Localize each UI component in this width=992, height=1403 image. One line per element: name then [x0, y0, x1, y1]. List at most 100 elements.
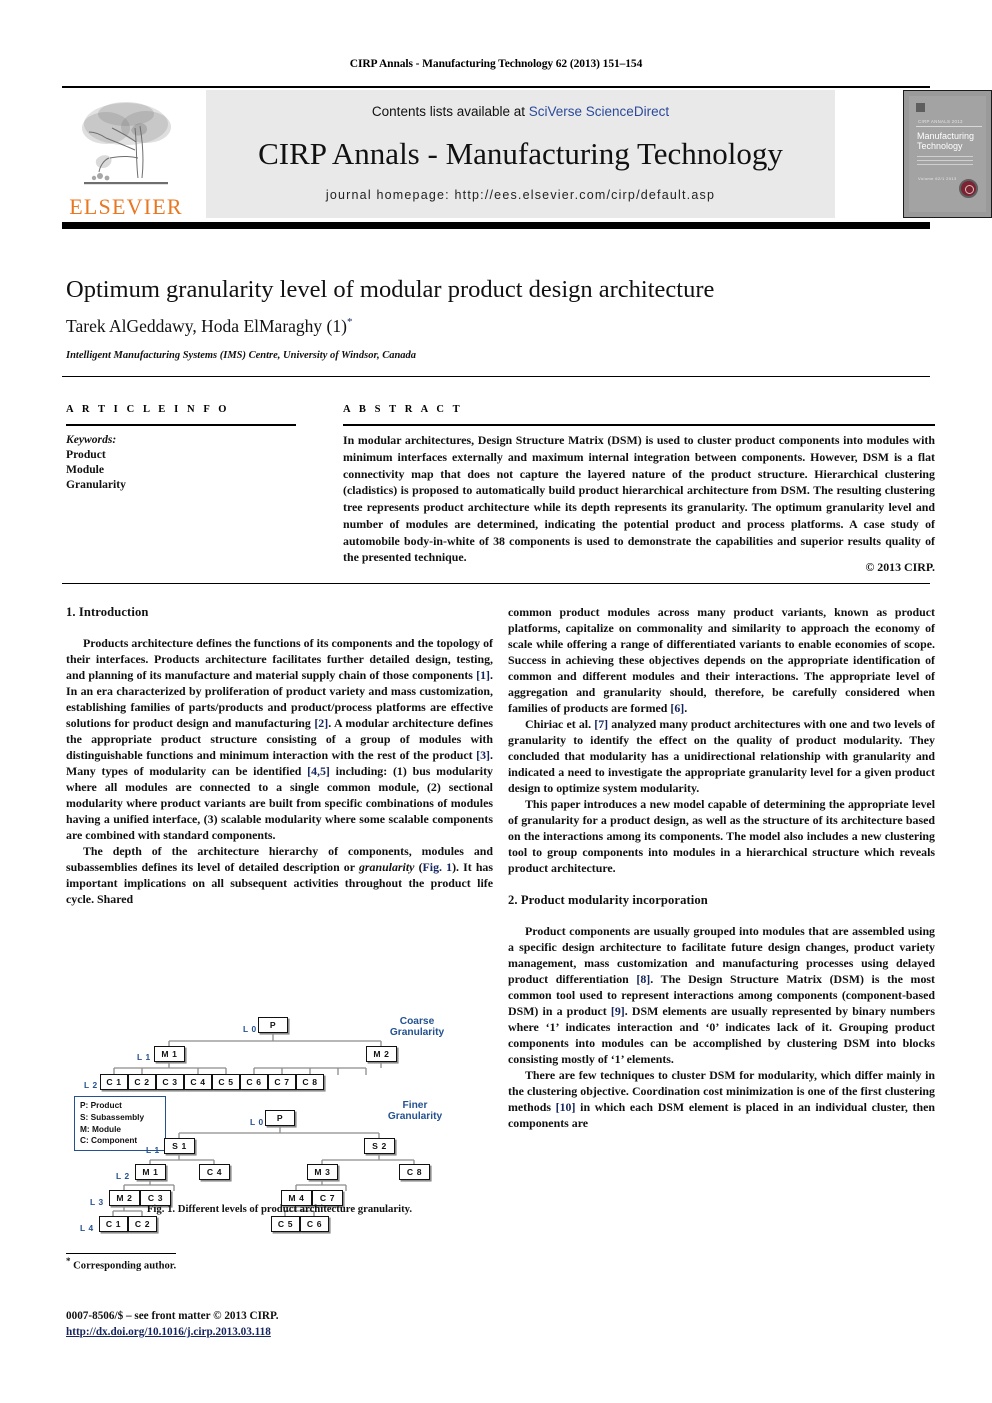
keyword-item: Granularity [66, 478, 126, 492]
para-text: . [684, 701, 688, 715]
paragraph: The depth of the architecture hierarchy … [66, 843, 493, 907]
paragraph: common product modules across many produ… [508, 604, 935, 716]
figure-node-c5-coarse: C 5 [212, 1074, 240, 1090]
footnote-rule [66, 1253, 176, 1255]
contents-line: Contents lists available at SciVerse Sci… [372, 104, 669, 119]
keyword-item: Product [66, 448, 106, 462]
article-info-rule [66, 424, 296, 426]
abstract-rule [343, 424, 935, 426]
cover-series-label: CIRP ANNALS 2013 [918, 119, 963, 124]
figure-node-p-finer: P [265, 1110, 295, 1126]
para-text: Products architecture defines the functi… [66, 635, 493, 682]
paper-page: CIRP Annals - Manufacturing Technology 6… [0, 0, 992, 1403]
cover-mark-icon [916, 103, 925, 112]
citation-ref[interactable]: [9] [611, 1004, 625, 1018]
figure-node-m1-coarse: M 1 [154, 1046, 185, 1062]
figure-label-coarse-granularity: Coarse Granularity [362, 1016, 472, 1039]
author-list: Tarek AlGeddawy, Hoda ElMaraghy (1)* [66, 316, 936, 337]
doi-link[interactable]: http://dx.doi.org/10.1016/j.cirp.2013.03… [66, 1326, 493, 1338]
figure-node-p-coarse: P [258, 1017, 288, 1033]
cirp-seal-icon [959, 179, 978, 198]
paragraph: Products architecture defines the functi… [66, 635, 493, 843]
corresponding-marker: * [66, 1256, 71, 1266]
citation-ref[interactable]: [6] [670, 701, 684, 715]
corresponding-author-note: * Corresponding author. [66, 1256, 493, 1272]
figure-level-label-l1-coarse: L 1 [137, 1052, 151, 1062]
figure-node-c4-finer: C 4 [199, 1164, 230, 1180]
corresponding-text: Corresponding author. [73, 1260, 177, 1272]
finer-label-line1: Finer [402, 1100, 428, 1111]
para-text: ( [414, 859, 423, 874]
citation-ref[interactable]: [4,5] [307, 764, 330, 778]
coarse-label-line2: Granularity [389, 1027, 445, 1039]
figure-node-c4-coarse: C 4 [184, 1074, 212, 1090]
masthead-center-band: Contents lists available at SciVerse Sci… [206, 90, 835, 218]
figure-node-c6-coarse: C 6 [240, 1074, 268, 1090]
cover-title-line2: Technology [917, 141, 963, 152]
figure-node-c8-coarse: C 8 [296, 1074, 324, 1090]
figure-node-c8-finer: C 8 [399, 1164, 430, 1180]
figure-level-label-l1-finer: L 1 [146, 1145, 160, 1155]
figure-node-c3-coarse: C 3 [156, 1074, 184, 1090]
figure-node-m1-finer: M 1 [135, 1164, 166, 1180]
body-column-left: 1. Introduction Products architecture de… [66, 604, 493, 907]
figure-legend: P: Product S: Subassembly M: Module C: C… [74, 1096, 166, 1152]
figure-node-s2-finer: S 2 [364, 1138, 395, 1154]
figure-ref[interactable]: Fig. 1 [423, 860, 453, 874]
journal-homepage: journal homepage: http://ees.elsevier.co… [325, 188, 716, 202]
running-head: CIRP Annals - Manufacturing Technology 6… [349, 58, 643, 70]
para-text: Chiriac et al. [525, 717, 595, 731]
page-title: Optimum granularity level of modular pro… [66, 276, 715, 303]
corresponding-author-marker: * [346, 316, 353, 329]
figure-1: L 0 P L 1 M 1 M 2 L 2 C 1 C 2 C 3 C 4 C … [66, 1004, 493, 1234]
article-info-heading: A R T I C L E I N F O [66, 404, 230, 415]
cover-text-lines [917, 156, 973, 167]
legend-item: M: Module [80, 1123, 122, 1134]
keyword-item: Module [66, 463, 105, 477]
section-heading-product-modularity: 2. Product modularity incorporation [508, 893, 708, 907]
emphasis-granularity: granularity [358, 859, 415, 874]
abstract-heading: A B S T R A C T [343, 404, 463, 415]
figure-node-c1-coarse: C 1 [100, 1074, 128, 1090]
citation-ref[interactable]: [3] [476, 748, 490, 762]
figure-node-m2-coarse: M 2 [366, 1046, 397, 1062]
cover-title: Manufacturing Technology [917, 131, 974, 152]
paragraph: Chiriac et al. [7] analyzed many product… [508, 716, 935, 796]
journal-title: CIRP Annals - Manufacturing Technology [258, 136, 783, 171]
body-column-right: common product modules across many produ… [508, 604, 935, 1131]
paragraph: Product components are usually grouped i… [508, 923, 935, 1067]
elsevier-wordmark: ELSEVIER [69, 194, 183, 219]
citation-ref[interactable]: [8] [636, 972, 650, 986]
cover-divider [916, 126, 982, 127]
journal-cover-thumbnail: CIRP ANNALS 2013 Manufacturing Technolog… [903, 90, 992, 218]
abstract-bottom-rule [62, 583, 930, 585]
coarse-label-line1: Coarse [399, 1016, 435, 1027]
figure-level-label-l0-coarse: L 0 [243, 1024, 257, 1034]
masthead-bottom-rule [62, 222, 930, 229]
figure-node-c7-coarse: C 7 [268, 1074, 296, 1090]
figure-level-label-l0-finer: L 0 [250, 1117, 264, 1127]
cover-title-line1: Manufacturing [917, 131, 975, 141]
citation-ref[interactable]: [7] [594, 717, 608, 731]
para-text: common product modules across many produ… [508, 605, 935, 715]
keywords-label: Keywords: [66, 433, 117, 446]
issn-line: 0007-8506/$ – see front matter © 2013 CI… [66, 1310, 279, 1322]
contents-prefix: Contents lists available at [371, 104, 529, 119]
author-names: Tarek AlGeddawy, Hoda ElMaraghy (1) [66, 316, 347, 336]
cover-volume-label: Volume 62/1 2013 [918, 176, 957, 181]
figure-node-c2-coarse: C 2 [128, 1074, 156, 1090]
journal-masthead: ELSEVIER Contents lists available at Sci… [62, 88, 992, 219]
section-heading-introduction: 1. Introduction [66, 605, 149, 619]
abstract-copyright: © 2013 CIRP. [865, 560, 935, 574]
finer-label-line2: Granularity [387, 1111, 443, 1123]
figure-label-finer-granularity: Finer Granularity [360, 1100, 470, 1123]
citation-ref[interactable]: [1] [476, 668, 490, 682]
figure-caption: Fig. 1. Different levels of product arch… [146, 1203, 413, 1215]
citation-ref[interactable]: [10] [556, 1100, 576, 1114]
legend-item: P: Product [80, 1100, 122, 1110]
sciencedirect-link[interactable]: SciVerse ScienceDirect [529, 104, 669, 119]
figure-level-label-l2-coarse: L 2 [84, 1080, 98, 1090]
figure-node-m3-finer: M 3 [307, 1164, 338, 1180]
cover-inner: CIRP ANNALS 2013 Manufacturing Technolog… [909, 96, 986, 212]
citation-ref[interactable]: [2] [314, 716, 328, 730]
